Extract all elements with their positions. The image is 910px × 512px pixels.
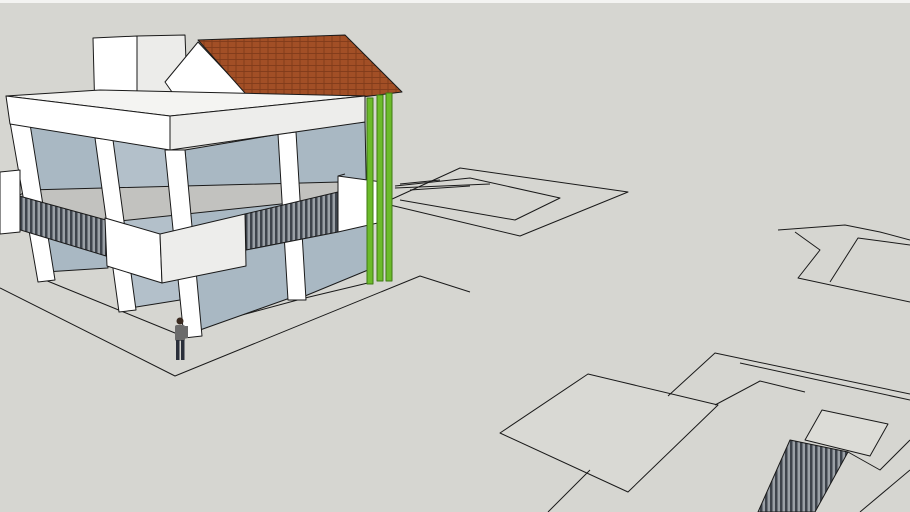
- balcony-left-end: [0, 169, 21, 235]
- floor-plan-outline-bottom: [499, 352, 910, 512]
- floor-plan-outline-right-top: [777, 224, 910, 303]
- house: [0, 34, 403, 360]
- model-scene: [0, 34, 910, 512]
- drain-pipes: [366, 92, 393, 285]
- 3d-model-viewport[interactable]: [0, 0, 910, 512]
- floor-plan-outline-middle: [389, 167, 629, 237]
- balcony-right: [337, 175, 383, 233]
